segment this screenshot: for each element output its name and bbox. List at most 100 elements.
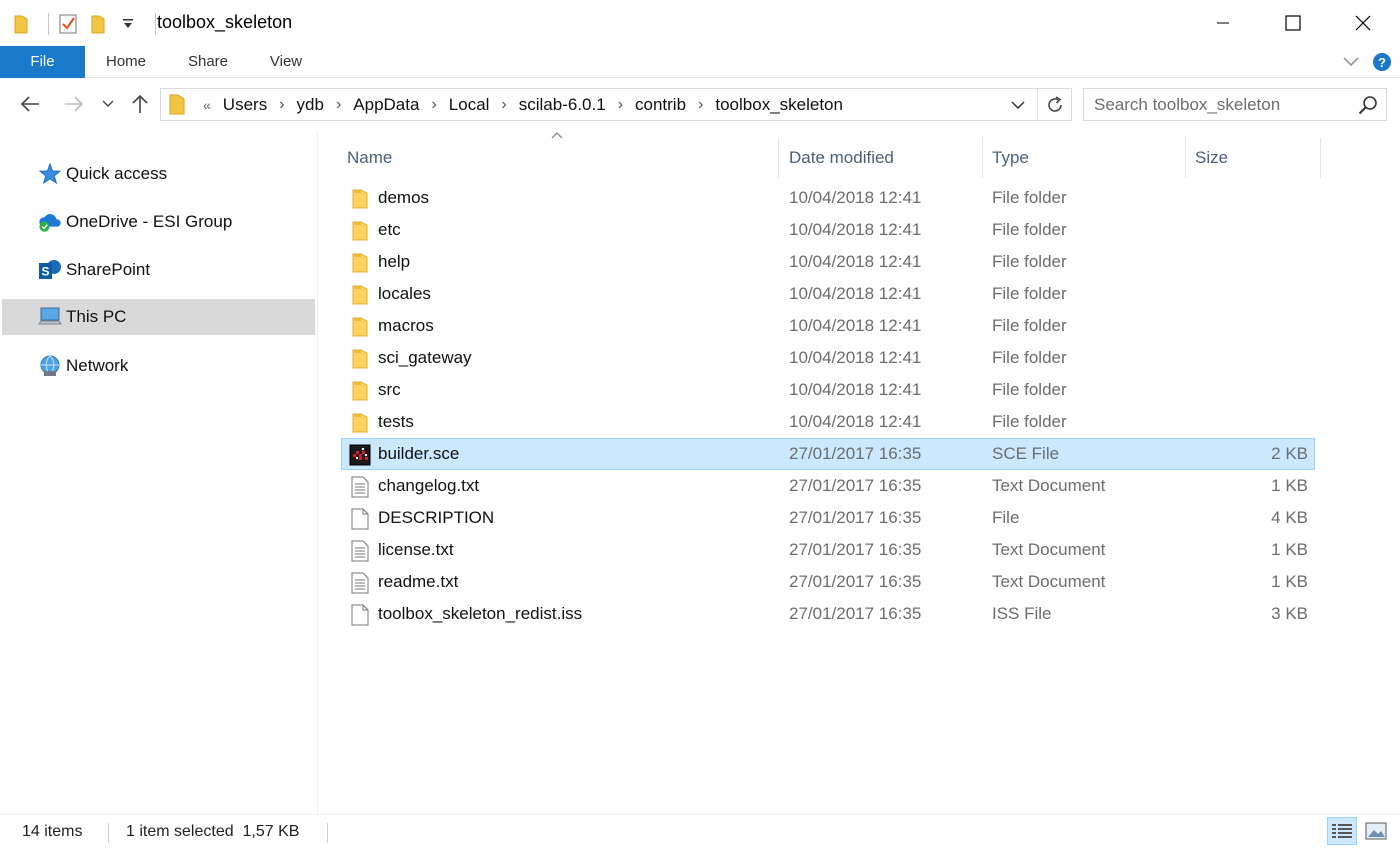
breadcrumb-item[interactable]: contrib xyxy=(629,95,692,115)
folder-icon xyxy=(348,187,372,211)
title-bar: toolbox_skeleton xyxy=(0,0,1400,46)
breadcrumb-separator-icon[interactable]: › xyxy=(273,96,290,114)
file-size: 2 KB xyxy=(1271,444,1308,463)
breadcrumb-item[interactable]: AppData xyxy=(347,95,425,115)
file-row[interactable]: help 10/04/2018 12:41 File folder xyxy=(341,246,1315,278)
file-type: File folder xyxy=(992,348,1067,367)
breadcrumb-separator-icon[interactable]: › xyxy=(425,96,442,114)
address-bar[interactable]: « Users › ydb › AppData › Local › scilab-6.0.1 › c… xyxy=(160,88,1072,121)
file-type: ISS File xyxy=(992,604,1052,623)
file-row[interactable]: src 10/04/2018 12:41 File folder xyxy=(341,374,1315,406)
file-size: 4 KB xyxy=(1271,508,1308,527)
expand-ribbon-button[interactable] xyxy=(1338,50,1364,74)
up-button[interactable] xyxy=(126,90,154,118)
recent-locations-button[interactable] xyxy=(96,90,120,118)
search-box[interactable] xyxy=(1083,88,1387,121)
close-button[interactable] xyxy=(1328,0,1398,46)
address-history-button[interactable] xyxy=(1005,89,1031,120)
details-view-icon xyxy=(1332,824,1352,838)
nav-item-sharepoint[interactable]: S SharePoint xyxy=(2,252,315,288)
file-row[interactable]: DESCRIPTION 27/01/2017 16:35 File 4 KB xyxy=(341,502,1315,534)
file-type: File folder xyxy=(992,412,1067,431)
nav-item-quick-access[interactable]: Quick access xyxy=(2,156,315,192)
file-name: builder.sce xyxy=(378,444,460,463)
file-type: File folder xyxy=(992,220,1067,239)
arrow-right-icon xyxy=(65,96,84,112)
navigation-pane: Quick access OneDrive - ESI Group S Shar… xyxy=(0,132,318,814)
file-row[interactable]: locales 10/04/2018 12:41 File folder xyxy=(341,278,1315,310)
file-type: Text Document xyxy=(992,476,1106,495)
properties-icon[interactable] xyxy=(57,12,79,36)
file-name: tests xyxy=(378,412,414,431)
file-date-modified: 27/01/2017 16:35 xyxy=(789,604,922,623)
tab-view[interactable]: View xyxy=(252,46,320,78)
minimize-button[interactable] xyxy=(1188,0,1258,46)
folder-icon xyxy=(348,411,372,435)
file-row[interactable]: etc 10/04/2018 12:41 File folder xyxy=(341,214,1315,246)
details-view-button[interactable] xyxy=(1327,817,1357,845)
tab-file[interactable]: File xyxy=(0,46,85,78)
window-title: toolbox_skeleton xyxy=(157,12,293,32)
file-row[interactable]: readme.txt 27/01/2017 16:35 Text Document 1… xyxy=(341,566,1315,598)
folder-icon xyxy=(169,93,187,115)
breadcrumb-separator-icon[interactable]: › xyxy=(612,96,629,114)
search-icon[interactable] xyxy=(1358,95,1378,115)
help-icon: ? xyxy=(1373,53,1391,71)
customize-toolbar-icon[interactable] xyxy=(117,12,139,36)
file-row[interactable]: license.txt 27/01/2017 16:35 Text Document… xyxy=(341,534,1315,566)
file-row[interactable]: sci_gateway 10/04/2018 12:41 File folder xyxy=(341,342,1315,374)
column-header-name[interactable]: Name xyxy=(338,138,779,178)
scilab-file-icon xyxy=(348,443,372,467)
file-row[interactable]: demos 10/04/2018 12:41 File folder xyxy=(341,182,1315,214)
breadcrumb-item[interactable]: Users xyxy=(217,95,273,115)
file-row[interactable]: changelog.txt 27/01/2017 16:35 Text Docume… xyxy=(341,470,1315,502)
nav-item-onedrive[interactable]: OneDrive - ESI Group xyxy=(2,204,315,240)
column-header-type[interactable]: Type xyxy=(983,138,1186,178)
text-file-icon xyxy=(348,539,372,563)
file-row[interactable]: builder.sce 27/01/2017 16:35 SCE File 2 KB xyxy=(341,438,1315,470)
breadcrumb-item[interactable]: toolbox_skeleton xyxy=(709,95,849,115)
tab-share[interactable]: Share xyxy=(174,46,242,78)
network-icon xyxy=(38,354,62,378)
nav-item-label: Quick access xyxy=(66,164,168,183)
file-name: etc xyxy=(378,220,401,239)
file-row[interactable]: tests 10/04/2018 12:41 File folder xyxy=(341,406,1315,438)
file-row[interactable]: macros 10/04/2018 12:41 File folder xyxy=(341,310,1315,342)
file-type: File xyxy=(992,508,1020,527)
breadcrumb-item[interactable]: Local xyxy=(443,95,496,115)
file-size: 3 KB xyxy=(1271,604,1308,623)
breadcrumb-item[interactable]: scilab-6.0.1 xyxy=(513,95,612,115)
nav-item-this-pc[interactable]: This PC xyxy=(2,299,315,335)
help-button[interactable]: ? xyxy=(1370,50,1394,74)
folder-icon xyxy=(348,219,372,243)
quick-access-toolbar xyxy=(10,10,164,38)
file-date-modified: 10/04/2018 12:41 xyxy=(789,380,922,399)
file-type: File folder xyxy=(992,284,1067,303)
qat-divider xyxy=(48,13,49,35)
maximize-button[interactable] xyxy=(1258,0,1328,46)
file-name: help xyxy=(378,252,411,271)
column-header-date[interactable]: Date modified xyxy=(780,138,983,178)
breadcrumb-separator-icon[interactable]: › xyxy=(330,96,347,114)
breadcrumb-overflow[interactable]: « xyxy=(197,97,217,113)
tab-home[interactable]: Home xyxy=(92,46,160,78)
file-name: src xyxy=(378,380,401,399)
file-date-modified: 10/04/2018 12:41 xyxy=(789,412,922,431)
new-folder-icon[interactable] xyxy=(87,12,109,36)
column-header-size[interactable]: Size xyxy=(1186,138,1321,178)
file-icon xyxy=(348,507,372,531)
file-name: demos xyxy=(378,188,430,207)
breadcrumb-item[interactable]: ydb xyxy=(291,95,330,115)
back-button[interactable] xyxy=(16,90,44,118)
search-input[interactable] xyxy=(1084,89,1350,120)
svg-text:?: ? xyxy=(1378,55,1386,70)
breadcrumb-separator-icon[interactable]: › xyxy=(495,96,512,114)
nav-item-network[interactable]: Network xyxy=(2,348,315,384)
large-icons-view-button[interactable] xyxy=(1361,817,1391,845)
breadcrumb-separator-icon[interactable]: › xyxy=(692,96,709,114)
forward-button[interactable] xyxy=(60,90,88,118)
file-type: Text Document xyxy=(992,572,1106,591)
file-row[interactable]: toolbox_skeleton_redist.iss 27/01/2017 16… xyxy=(341,598,1315,630)
file-name: DESCRIPTION xyxy=(378,508,495,527)
refresh-button[interactable] xyxy=(1037,89,1071,120)
